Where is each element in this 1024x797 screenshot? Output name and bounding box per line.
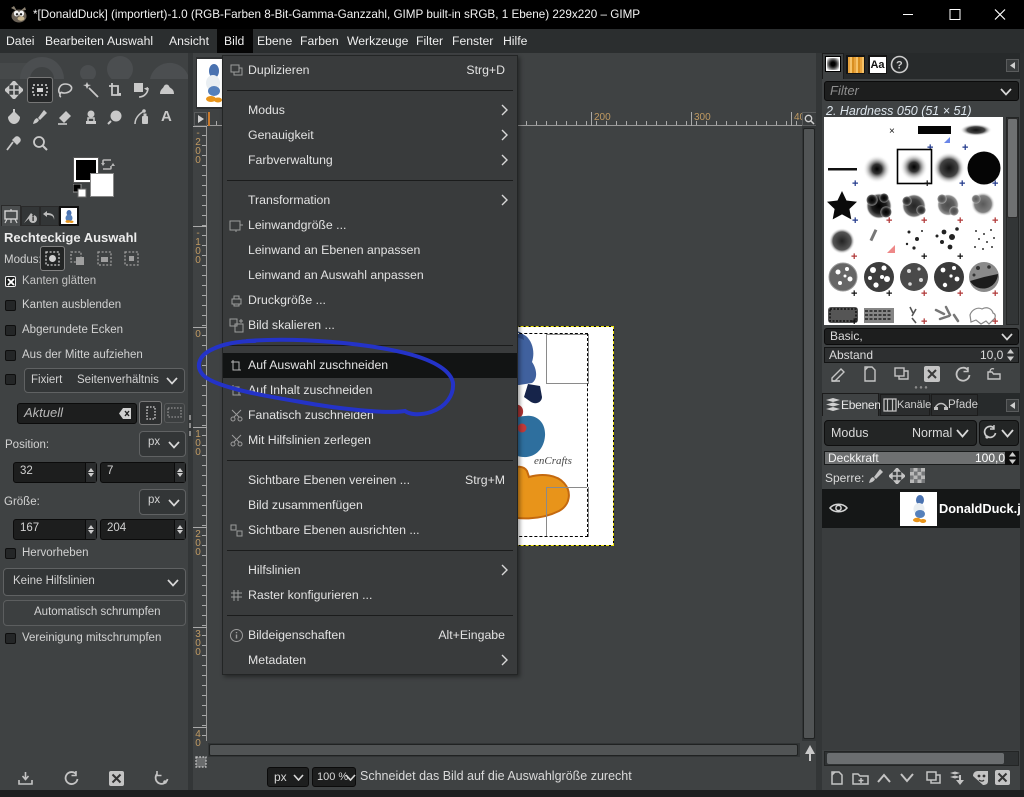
svg-text:+: + xyxy=(959,178,965,190)
svg-text:+: + xyxy=(921,215,927,227)
svg-text:+: + xyxy=(957,251,963,263)
svg-text:+: + xyxy=(957,288,963,300)
svg-text:?: ? xyxy=(896,60,903,72)
svg-text:+: + xyxy=(921,288,927,300)
svg-text:+: + xyxy=(886,288,892,300)
svg-text:+: + xyxy=(992,288,998,300)
svg-text:+: + xyxy=(886,215,892,227)
svg-text:+: + xyxy=(852,178,858,190)
svg-text:+: + xyxy=(851,288,857,300)
svg-text:+: + xyxy=(924,178,930,190)
svg-text:+: + xyxy=(957,215,963,227)
svg-text:+: + xyxy=(852,215,858,227)
svg-text:+: + xyxy=(992,316,998,325)
svg-text:+: + xyxy=(962,142,968,154)
svg-text:+: + xyxy=(927,142,933,154)
svg-text:+: + xyxy=(921,316,927,325)
svg-text:+: + xyxy=(921,251,927,263)
svg-text:+: + xyxy=(992,178,998,190)
svg-text:×: × xyxy=(889,126,895,137)
svg-text:+: + xyxy=(851,316,857,325)
svg-text:+: + xyxy=(992,215,998,227)
svg-text:+: + xyxy=(851,251,857,263)
